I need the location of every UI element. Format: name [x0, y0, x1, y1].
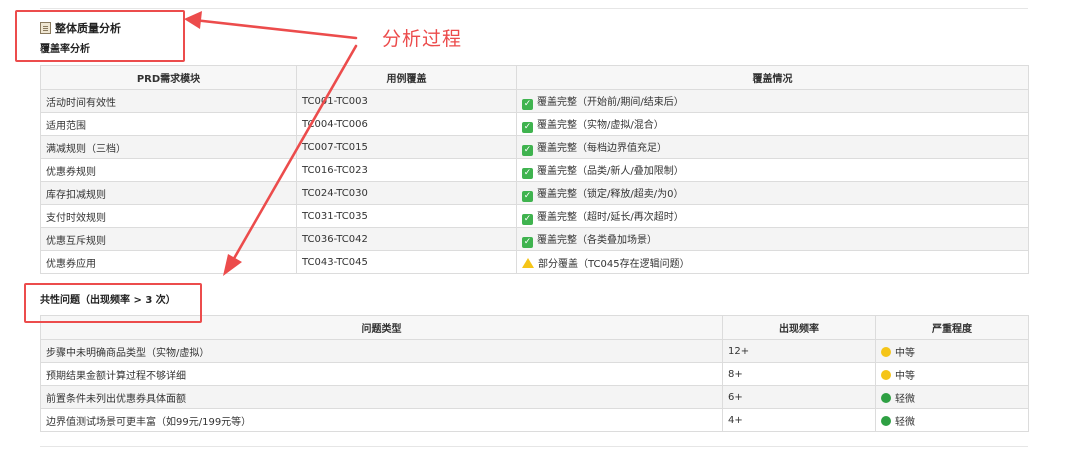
coverage-module-cell: 活动时间有效性	[40, 89, 297, 113]
issue-severity-cell: 轻微	[875, 385, 1029, 409]
coverage-cases-cell: TC007-TC015	[296, 135, 517, 159]
issues-header-freq: 出现频率	[722, 315, 876, 340]
highlight-box-issues	[24, 283, 202, 323]
issue-type-cell: 预期结果金额计算过程不够详细	[40, 362, 723, 386]
coverage-row: 支付时效规则 TC031-TC035 ✓ 覆盖完整（超时/延长/再次超时）	[40, 204, 1029, 228]
bottom-divider	[40, 446, 1028, 447]
coverage-row: 满减规则（三档） TC007-TC015 ✓ 覆盖完整（每档边界值充足）	[40, 135, 1029, 159]
coverage-row: 库存扣减规则 TC024-TC030 ✓ 覆盖完整（锁定/释放/超卖/为0）	[40, 181, 1029, 205]
issue-row: 前置条件未列出优惠券具体面额 6+ 轻微	[40, 385, 1029, 409]
check-icon: ✓	[522, 167, 533, 179]
coverage-cases-cell: TC024-TC030	[296, 181, 517, 205]
check-icon: ✓	[522, 213, 533, 225]
coverage-module-cell: 优惠券应用	[40, 250, 297, 274]
coverage-cases-cell: TC031-TC035	[296, 204, 517, 228]
check-icon: ✓	[522, 236, 533, 248]
yellow-circle-icon	[881, 369, 891, 380]
issue-severity-text: 中等	[895, 370, 915, 382]
coverage-status-text: 覆盖完整（实物/虚拟/混合）	[537, 119, 664, 131]
issue-row: 预期结果金额计算过程不够详细 8+ 中等	[40, 362, 1029, 386]
issue-type-cell: 步骤中未明确商品类型（实物/虚拟）	[40, 339, 723, 363]
coverage-header-row: PRD需求模块 用例覆盖 覆盖情况	[40, 65, 1029, 90]
coverage-module-cell: 库存扣减规则	[40, 181, 297, 205]
check-icon: ✓	[522, 190, 533, 202]
coverage-status-cell: ✓ 覆盖完整（锁定/释放/超卖/为0）	[516, 181, 1029, 205]
coverage-cases-cell: TC036-TC042	[296, 227, 517, 251]
coverage-row: 优惠券应用 TC043-TC045 部分覆盖（TC045存在逻辑问题）	[40, 250, 1029, 274]
issue-freq-cell: 8+	[722, 362, 876, 386]
highlight-box-title	[15, 10, 185, 62]
coverage-header-status: 覆盖情况	[516, 65, 1029, 90]
coverage-status-text: 覆盖完整（开始前/期间/结束后）	[537, 96, 684, 108]
issue-severity-cell: 中等	[875, 362, 1029, 386]
check-icon: ✓	[522, 98, 533, 110]
coverage-status-cell: ✓ 覆盖完整（开始前/期间/结束后）	[516, 89, 1029, 113]
coverage-module-cell: 适用范围	[40, 112, 297, 136]
coverage-module-cell: 优惠互斥规则	[40, 227, 297, 251]
check-icon: ✓	[522, 144, 533, 156]
issue-row: 步骤中未明确商品类型（实物/虚拟） 12+ 中等	[40, 339, 1029, 363]
coverage-header-cases: 用例覆盖	[296, 65, 517, 90]
coverage-table: PRD需求模块 用例覆盖 覆盖情况 活动时间有效性 TC001-TC003 ✓ 覆盖完…	[40, 65, 1029, 274]
arrowhead-title	[184, 11, 202, 29]
warning-icon	[522, 257, 534, 268]
issue-row: 边界值测试场景可更丰富（如99元/199元等） 4+ 轻微	[40, 408, 1029, 432]
coverage-cases-cell: TC004-TC006	[296, 112, 517, 136]
yellow-circle-icon	[881, 346, 891, 357]
annotation-label: 分析过程	[382, 28, 463, 50]
coverage-module-cell: 支付时效规则	[40, 204, 297, 228]
coverage-status-cell: ✓ 覆盖完整（超时/延长/再次超时）	[516, 204, 1029, 228]
issue-type-cell: 边界值测试场景可更丰富（如99元/199元等）	[40, 408, 723, 432]
issue-freq-cell: 6+	[722, 385, 876, 409]
coverage-status-cell: ✓ 覆盖完整（品类/新人/叠加限制）	[516, 158, 1029, 182]
coverage-row: 优惠券规则 TC016-TC023 ✓ 覆盖完整（品类/新人/叠加限制）	[40, 158, 1029, 182]
top-divider	[40, 8, 1028, 9]
issue-freq-cell: 12+	[722, 339, 876, 363]
issue-severity-text: 中等	[895, 347, 915, 359]
coverage-status-text: 覆盖完整（各类叠加场景）	[537, 234, 657, 246]
coverage-row: 活动时间有效性 TC001-TC003 ✓ 覆盖完整（开始前/期间/结束后）	[40, 89, 1029, 113]
coverage-cases-cell: TC043-TC045	[296, 250, 517, 274]
issue-severity-cell: 轻微	[875, 408, 1029, 432]
issues-header-severity: 严重程度	[875, 315, 1029, 340]
coverage-row: 优惠互斥规则 TC036-TC042 ✓ 覆盖完整（各类叠加场景）	[40, 227, 1029, 251]
issue-severity-text: 轻微	[895, 393, 915, 405]
check-icon: ✓	[522, 121, 533, 133]
coverage-status-text: 覆盖完整（每档边界值充足）	[537, 142, 667, 154]
coverage-module-cell: 满减规则（三档）	[40, 135, 297, 159]
issues-table: 问题类型 出现频率 严重程度 步骤中未明确商品类型（实物/虚拟） 12+ 中等 预期结…	[40, 315, 1029, 432]
coverage-status-cell: ✓ 覆盖完整（实物/虚拟/混合）	[516, 112, 1029, 136]
coverage-cases-cell: TC001-TC003	[296, 89, 517, 113]
issue-severity-cell: 中等	[875, 339, 1029, 363]
coverage-status-cell: ✓ 覆盖完整（每档边界值充足）	[516, 135, 1029, 159]
coverage-status-text: 覆盖完整（锁定/释放/超卖/为0）	[537, 188, 684, 200]
coverage-module-cell: 优惠券规则	[40, 158, 297, 182]
issue-severity-text: 轻微	[895, 416, 915, 428]
coverage-status-text: 覆盖完整（超时/延长/再次超时）	[537, 211, 684, 223]
green-circle-icon	[881, 415, 891, 426]
coverage-status-cell: ✓ 覆盖完整（各类叠加场景）	[516, 227, 1029, 251]
coverage-row: 适用范围 TC004-TC006 ✓ 覆盖完整（实物/虚拟/混合）	[40, 112, 1029, 136]
arrow-to-title	[192, 18, 358, 40]
issue-type-cell: 前置条件未列出优惠券具体面额	[40, 385, 723, 409]
green-circle-icon	[881, 392, 891, 403]
issue-freq-cell: 4+	[722, 408, 876, 432]
coverage-status-text: 部分覆盖（TC045存在逻辑问题）	[538, 258, 690, 270]
coverage-cases-cell: TC016-TC023	[296, 158, 517, 182]
coverage-header-module: PRD需求模块	[40, 65, 297, 90]
coverage-status-text: 覆盖完整（品类/新人/叠加限制）	[537, 165, 684, 177]
coverage-status-cell: 部分覆盖（TC045存在逻辑问题）	[516, 250, 1029, 274]
